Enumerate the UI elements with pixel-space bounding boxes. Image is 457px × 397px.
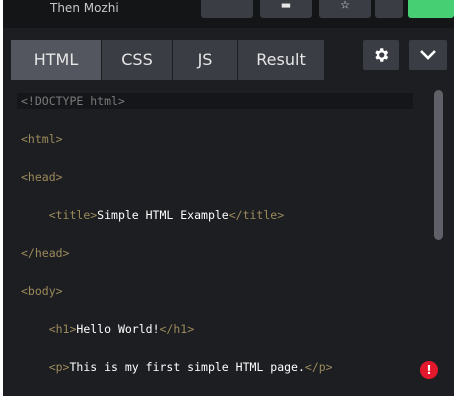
code-open-tag: <p> [48, 360, 70, 374]
gear-icon [375, 48, 389, 62]
star-icon: ☆ [340, 0, 350, 12]
code-content: This is my first simple HTML page. [69, 360, 305, 374]
header-button-1[interactable] [201, 0, 253, 18]
header-button-2[interactable]: ▬ [260, 0, 312, 18]
error-icon[interactable]: ! [420, 361, 438, 379]
tab-html[interactable]: HTML [11, 40, 101, 80]
menu-icon: ▬ [280, 0, 292, 12]
collapse-button[interactable] [409, 40, 447, 70]
code-open-tag: <title> [48, 208, 98, 222]
code-line-5: </head> [21, 245, 69, 261]
code-content: Simple HTML Example [97, 208, 229, 222]
code-editor[interactable]: <!DOCTYPE html> <html> <head> <title>Sim… [3, 88, 454, 396]
code-content: Hello World! [76, 322, 160, 336]
header-button-3[interactable]: ☆ [319, 0, 371, 18]
code-text: <body> [21, 284, 63, 298]
code-line-6: <body> [21, 283, 63, 299]
code-open-tag: <h1> [48, 322, 77, 336]
editor-scrollbar[interactable] [434, 90, 443, 240]
code-close-tag: </h1> [159, 322, 195, 336]
code-close-tag: </title> [228, 208, 285, 222]
code-text: <!DOCTYPE html> [21, 94, 125, 108]
editor-tab-bar: HTML CSS JS Result [3, 28, 454, 88]
code-text: <head> [21, 170, 63, 184]
settings-button[interactable] [363, 40, 399, 70]
header-green-button[interactable] [408, 0, 454, 18]
codepen-editor-window: Then Mozhi ▬ ☆ HTML CSS JS Result <!DOCT… [3, 0, 454, 396]
code-line-1: <!DOCTYPE html> [17, 93, 413, 109]
header-button-4[interactable] [375, 0, 403, 18]
code-line-3: <head> [21, 169, 63, 185]
owner-name[interactable]: Then Mozhi [50, 1, 119, 15]
code-close-tag: </p> [304, 360, 333, 374]
code-line-7: <h1>Hello World!</h1> [21, 321, 194, 337]
code-line-2: <html> [21, 131, 63, 147]
top-header: Then Mozhi ▬ ☆ [3, 0, 454, 28]
code-line-4: <title>Simple HTML Example</title> [21, 207, 284, 223]
code-text: <html> [21, 132, 63, 146]
chevron-down-icon [420, 50, 436, 60]
code-line-8: <p>This is my first simple HTML page.</p… [21, 359, 333, 375]
tab-js[interactable]: JS [173, 40, 237, 80]
tab-result[interactable]: Result [238, 40, 324, 80]
tab-css[interactable]: CSS [102, 40, 172, 80]
code-text: </head> [21, 246, 70, 260]
